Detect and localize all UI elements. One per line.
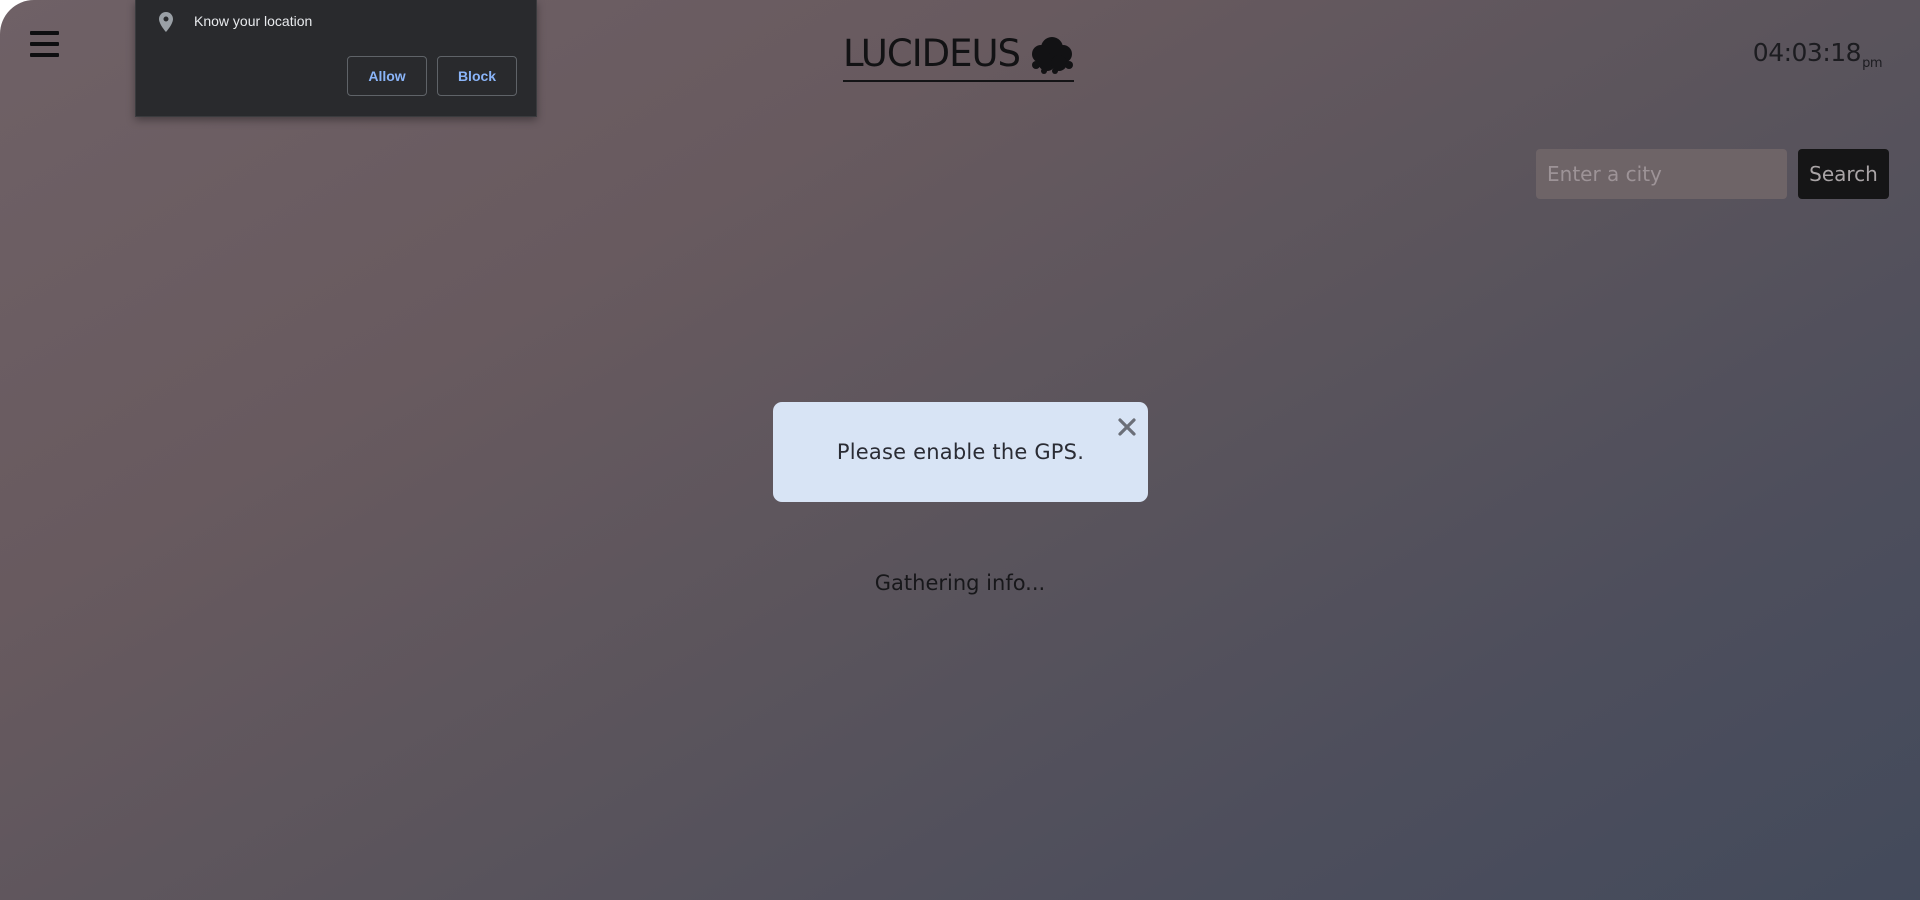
allow-button[interactable]: Allow bbox=[347, 56, 427, 96]
search-button[interactable]: Search bbox=[1798, 149, 1889, 199]
gps-alert: Please enable the GPS. bbox=[773, 402, 1148, 502]
close-icon[interactable] bbox=[1116, 416, 1138, 438]
clock-time: 04:03:18 bbox=[1752, 38, 1862, 67]
clock: 04:03:18pm bbox=[1752, 38, 1883, 71]
menu-bar-bottom bbox=[30, 53, 59, 57]
location-pin-icon bbox=[159, 12, 173, 32]
status-text: Gathering info... bbox=[874, 571, 1046, 595]
clock-suffix: pm bbox=[1862, 56, 1882, 71]
cloud-icon bbox=[1032, 37, 1074, 74]
menu-bar-top bbox=[30, 31, 59, 35]
hamburger-menu-icon[interactable] bbox=[30, 31, 59, 57]
weather-app-page: LUCIDEUS 04:03:18pm Search Please enable… bbox=[0, 0, 1920, 900]
location-permission-popup: Know your location Allow Block bbox=[135, 0, 537, 117]
permission-text: Know your location bbox=[194, 13, 313, 29]
block-button[interactable]: Block bbox=[437, 56, 517, 96]
city-search-input[interactable] bbox=[1536, 149, 1787, 199]
logo-text: LUCIDEUS bbox=[843, 32, 1021, 75]
menu-bar-middle bbox=[30, 42, 59, 46]
app-logo: LUCIDEUS bbox=[843, 30, 1075, 82]
alert-message: Please enable the GPS. bbox=[836, 440, 1085, 464]
